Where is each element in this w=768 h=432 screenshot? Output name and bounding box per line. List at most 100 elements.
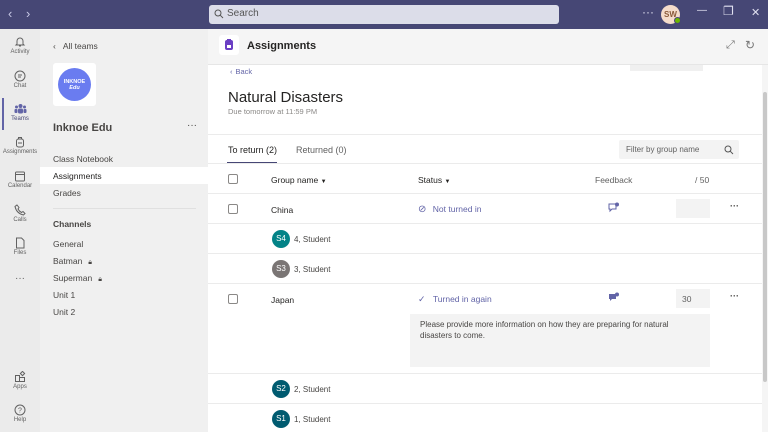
channel-unit-2[interactable]: Unit 2 [53, 307, 75, 317]
close-button[interactable]: ✕ [751, 6, 760, 19]
status: ⊘ Not turned in [418, 204, 481, 215]
rail-files[interactable]: Files [0, 237, 40, 256]
title-bar: ‹ › Search ··· SW — ❐ ✕ [0, 0, 768, 29]
forward-arrow-icon[interactable]: › [26, 6, 30, 21]
student-avatar: S3 [272, 260, 290, 278]
student-name: 4, Student [294, 235, 330, 244]
feedback-header: Feedback [595, 175, 632, 185]
divider [208, 373, 762, 374]
help-icon: ? [14, 404, 26, 416]
rail-calls[interactable]: Calls [0, 204, 40, 223]
app-rail: Activity Chat Teams Assignments Calendar… [0, 29, 40, 432]
nav-assignments[interactable]: Assignments [53, 171, 102, 181]
group-name[interactable]: China [271, 205, 293, 215]
check-icon: ✓ [418, 294, 426, 304]
row-checkbox[interactable] [228, 204, 238, 214]
rail-teams[interactable]: Teams [0, 103, 40, 122]
divider [208, 223, 762, 224]
divider [208, 193, 762, 194]
rail-more-apps[interactable]: ··· [0, 273, 40, 284]
tab-to-return[interactable]: To return (2) [228, 145, 277, 155]
channels-heading: Channels [53, 219, 91, 229]
app-title: Assignments [247, 40, 316, 52]
points-header: / 50 [695, 175, 709, 185]
calendar-icon [14, 170, 26, 182]
lock-icon: 🔒︎ [88, 259, 92, 266]
channel-general[interactable]: General [53, 239, 83, 249]
assignments-app-icon [219, 35, 239, 55]
team-more-button[interactable]: ··· [187, 120, 197, 131]
status: ✓ Turned in again [418, 294, 492, 305]
search-icon [214, 9, 224, 19]
select-all-checkbox[interactable] [228, 174, 238, 184]
nav-class-notebook[interactable]: Class Notebook [53, 154, 113, 164]
rail-assignments[interactable]: Assignments [0, 136, 40, 155]
assignment-content: ‹Back Natural Disasters Due tomorrow at … [208, 65, 762, 432]
feedback-textarea[interactable]: Please provide more information on how t… [410, 314, 710, 367]
rail-calendar[interactable]: Calendar [0, 170, 40, 189]
blocked-icon: ⊘ [418, 204, 426, 215]
backpack-icon [14, 136, 26, 148]
filter-input[interactable]: Filter by group name [619, 140, 739, 159]
sort-down-icon: ▼ [321, 179, 327, 185]
status-header[interactable]: Status ▼ [418, 175, 450, 185]
all-teams-link[interactable]: ‹All teams [53, 41, 98, 51]
due-date: Due tomorrow at 11:59 PM [228, 107, 317, 116]
divider [208, 283, 762, 284]
rail-help[interactable]: ?Help [0, 404, 40, 423]
add-feedback-icon[interactable] [608, 202, 620, 213]
divider [53, 208, 196, 209]
back-arrow-icon[interactable]: ‹ [8, 6, 12, 21]
filter-placeholder: Filter by group name [626, 145, 699, 154]
feedback-given-icon[interactable] [608, 292, 620, 303]
channel-batman[interactable]: Batman🔒︎ [53, 256, 92, 267]
assignment-title: Natural Disasters [228, 89, 343, 106]
more-options-button[interactable]: ··· [642, 5, 654, 19]
minimize-button[interactable]: — [697, 5, 707, 16]
search-input[interactable]: Search [209, 5, 559, 24]
divider [208, 163, 762, 164]
divider [208, 403, 762, 404]
refresh-icon[interactable]: ↻ [745, 38, 755, 52]
channel-unit-1[interactable]: Unit 1 [53, 290, 75, 300]
presence-available-icon [674, 17, 681, 24]
search-icon [724, 145, 734, 155]
chevron-left-icon: ‹ [230, 67, 233, 76]
return-button[interactable] [630, 65, 703, 71]
sort-down-icon: ▼ [444, 179, 450, 185]
apps-icon [14, 371, 26, 383]
app-header: Assignments ⤢ ↻ [208, 29, 768, 65]
row-checkbox[interactable] [228, 294, 238, 304]
phone-icon [14, 204, 26, 216]
student-avatar: S1 [272, 410, 290, 428]
rail-activity[interactable]: Activity [0, 36, 40, 55]
chevron-left-icon: ‹ [53, 41, 56, 51]
file-icon [14, 237, 26, 249]
back-link[interactable]: ‹Back [230, 67, 252, 76]
student-avatar: S4 [272, 230, 290, 248]
team-logo: INKNOEEdu [53, 63, 96, 106]
teams-icon [14, 103, 27, 115]
group-name-header[interactable]: Group name ▼ [271, 175, 327, 185]
score-input[interactable] [676, 199, 710, 218]
row-more-button[interactable]: ··· [730, 291, 739, 301]
student-name: 3, Student [294, 265, 330, 274]
maximize-button[interactable]: ❐ [723, 4, 734, 18]
chat-icon [14, 70, 26, 82]
search-placeholder: Search [227, 8, 259, 19]
scrollbar-thumb[interactable] [763, 92, 767, 382]
student-avatar: S2 [272, 380, 290, 398]
lock-icon: 🔒︎ [98, 276, 102, 283]
score-input[interactable]: 30 [676, 289, 710, 308]
nav-grades[interactable]: Grades [53, 188, 81, 198]
svg-text:?: ? [18, 408, 22, 415]
rail-apps[interactable]: Apps [0, 371, 40, 390]
bell-icon [14, 36, 26, 48]
rail-chat[interactable]: Chat [0, 70, 40, 89]
group-name[interactable]: Japan [271, 295, 294, 305]
expand-icon[interactable]: ⤢ [726, 39, 735, 52]
row-more-button[interactable]: ··· [730, 201, 739, 211]
team-name: Inknoe Edu [53, 122, 112, 134]
channel-superman[interactable]: Superman🔒︎ [53, 273, 102, 284]
tab-returned[interactable]: Returned (0) [296, 145, 347, 155]
